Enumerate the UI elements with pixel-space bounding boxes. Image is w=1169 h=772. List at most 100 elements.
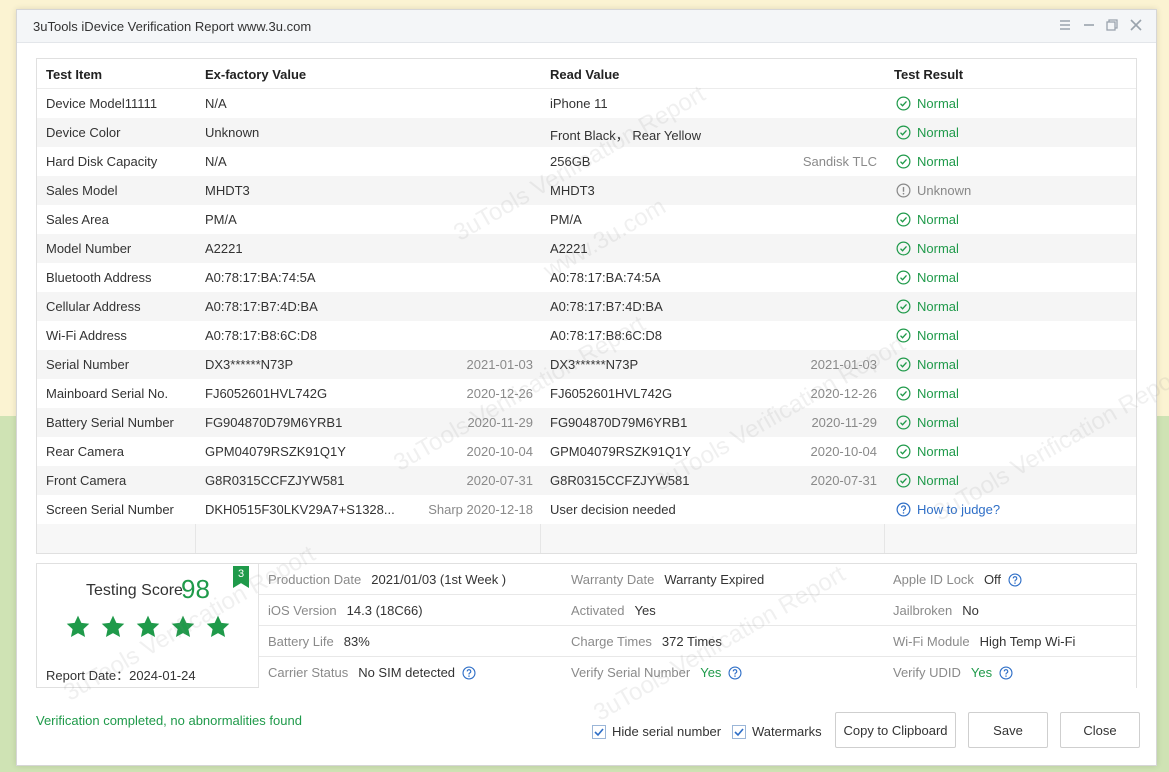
minimize-icon[interactable] [1081, 17, 1097, 33]
test-result-label: Normal [917, 270, 959, 285]
watermarks-checkbox[interactable]: Watermarks [732, 724, 822, 739]
star-icon [65, 614, 91, 643]
test-item: Hard Disk Capacity [46, 154, 158, 169]
watermarks-label: Watermarks [752, 724, 822, 739]
read-value: DX3******N73P [550, 357, 639, 372]
help-icon[interactable] [721, 665, 742, 680]
info-item: Verify UDID Yes [893, 665, 1013, 680]
table-row: Bluetooth Address A0:78:17:BA:74:5A A0:78:… [37, 263, 1136, 292]
restore-icon[interactable] [1104, 17, 1120, 33]
table-row: Model Number A2221 A2221 Normal [37, 234, 1136, 263]
ex-factory-date: 2020-10-04 [466, 444, 534, 459]
info-key: Wi-Fi Module [893, 634, 970, 649]
info-key: Charge Times [571, 634, 652, 649]
test-result-label: Normal [917, 444, 959, 459]
save-button[interactable]: Save [968, 712, 1048, 748]
read-value-date: 2020-12-26 [810, 386, 878, 401]
test-result: Normal [896, 212, 959, 227]
read-value: A0:78:17:B7:4D:BA [550, 299, 663, 314]
score-box: Testing Score 98 3 Report Date：2024-01-2… [37, 564, 259, 687]
ex-factory-value: DX3******N73P [205, 357, 294, 372]
test-item: Model Number [46, 241, 132, 256]
info-row: Battery Life 83% Charge Times 372 Times Wi-F… [259, 626, 1136, 657]
test-item: Wi-Fi Address [46, 328, 127, 343]
ex-factory-value: N/A [205, 154, 227, 169]
test-result-label: Normal [917, 241, 959, 256]
check-circle-icon [896, 270, 917, 285]
help-icon[interactable] [1001, 572, 1022, 587]
read-value: 256GB [550, 154, 591, 169]
info-value: 83% [343, 634, 370, 649]
test-item: Device Model11111 [46, 96, 158, 111]
table-row: Wi-Fi Address A0:78:17:B8:6C:D8 A0:78:17:B… [37, 321, 1136, 350]
check-circle-icon [896, 96, 917, 111]
read-value: GPM04079RSZK91Q1Y [550, 444, 691, 459]
check-circle-icon [896, 473, 917, 488]
check-circle-icon [896, 299, 917, 314]
checkbox-checked-icon[interactable] [732, 724, 746, 739]
info-value: Yes [970, 665, 993, 680]
check-circle-icon [896, 386, 917, 401]
test-result: Normal [896, 444, 959, 459]
checkbox-checked-icon[interactable] [592, 724, 606, 739]
test-result-label: Normal [917, 154, 959, 169]
info-key: Warranty Date [571, 572, 655, 587]
test-item: Front Camera [46, 473, 127, 488]
test-result: Normal [896, 299, 959, 314]
info-key: Battery Life [268, 634, 334, 649]
check-circle-icon [896, 154, 917, 169]
info-value: Yes [634, 603, 656, 618]
info-value: 14.3 (18C66) [346, 603, 423, 618]
info-key: Verify UDID [893, 665, 961, 680]
check-circle-icon [896, 241, 917, 256]
check-circle-icon [896, 444, 917, 459]
info-value: No [962, 603, 979, 618]
menu-icon[interactable] [1057, 17, 1073, 33]
table-row: Sales Model MHDT3 MHDT3 Unknown [37, 176, 1136, 205]
star-icon [135, 614, 161, 643]
table-row: Serial Number DX3******N73P 2021-01-03 DX3*… [37, 350, 1136, 379]
info-row: Production Date 2021/01/03 (1st Week ) War… [259, 564, 1136, 595]
read-value: FJ6052601HVL742G [550, 386, 673, 401]
info-circle-icon [896, 183, 917, 198]
info-item: Activated Yes [571, 603, 656, 618]
testing-score-value: 98 [181, 574, 210, 604]
read-value: User decision needed [550, 502, 676, 517]
read-value-date: Sandisk TLC [802, 154, 877, 169]
info-key: iOS Version [268, 603, 337, 618]
help-icon[interactable] [455, 665, 476, 680]
table-row: Device Model11111 N/A iPhone 11 Normal [37, 89, 1136, 118]
test-result-label: Unknown [917, 183, 972, 198]
info-value: High Temp Wi-Fi [979, 634, 1076, 649]
test-result[interactable]: How to judge? [896, 502, 1000, 517]
question-circle-icon [896, 502, 917, 517]
testing-score-label: Testing Score [86, 582, 183, 599]
score-stars [65, 614, 231, 643]
test-item: Screen Serial Number [46, 502, 174, 517]
test-result: Normal [896, 154, 959, 169]
test-result: Normal [896, 357, 959, 372]
ex-factory-date: 2020-07-31 [466, 473, 534, 488]
test-result-label[interactable]: How to judge? [917, 502, 1000, 517]
star-icon [100, 614, 126, 643]
check-circle-icon [896, 415, 917, 430]
check-circle-icon [896, 125, 917, 140]
ex-factory-value: DKH0515F30LKV29A7+S1328... [205, 502, 395, 517]
table-row: Battery Serial Number FG904870D79M6YRB1 20… [37, 408, 1136, 437]
info-key: Activated [571, 603, 625, 618]
hide-serial-checkbox[interactable]: Hide serial number [592, 724, 721, 739]
help-icon[interactable] [992, 665, 1013, 680]
ex-factory-value: Unknown [205, 125, 260, 140]
table-row: Rear Camera GPM04079RSZK91Q1Y 2020-10-04 GP… [37, 437, 1136, 466]
test-item: Cellular Address [46, 299, 141, 314]
ex-factory-date: Sharp 2020-12-18 [428, 502, 533, 517]
info-item: Warranty Date Warranty Expired [571, 572, 764, 587]
test-result: Normal [896, 386, 959, 401]
copy-to-clipboard-button[interactable]: Copy to Clipboard [835, 712, 956, 748]
test-item: Battery Serial Number [46, 415, 174, 430]
table-row: Cellular Address A0:78:17:B7:4D:BA A0:78:1… [37, 292, 1136, 321]
verification-status: Verification completed, no abnormalities… [36, 713, 302, 728]
close-button[interactable]: Close [1060, 712, 1140, 748]
read-value-date: 2021-01-03 [810, 357, 878, 372]
close-icon[interactable] [1128, 17, 1144, 33]
